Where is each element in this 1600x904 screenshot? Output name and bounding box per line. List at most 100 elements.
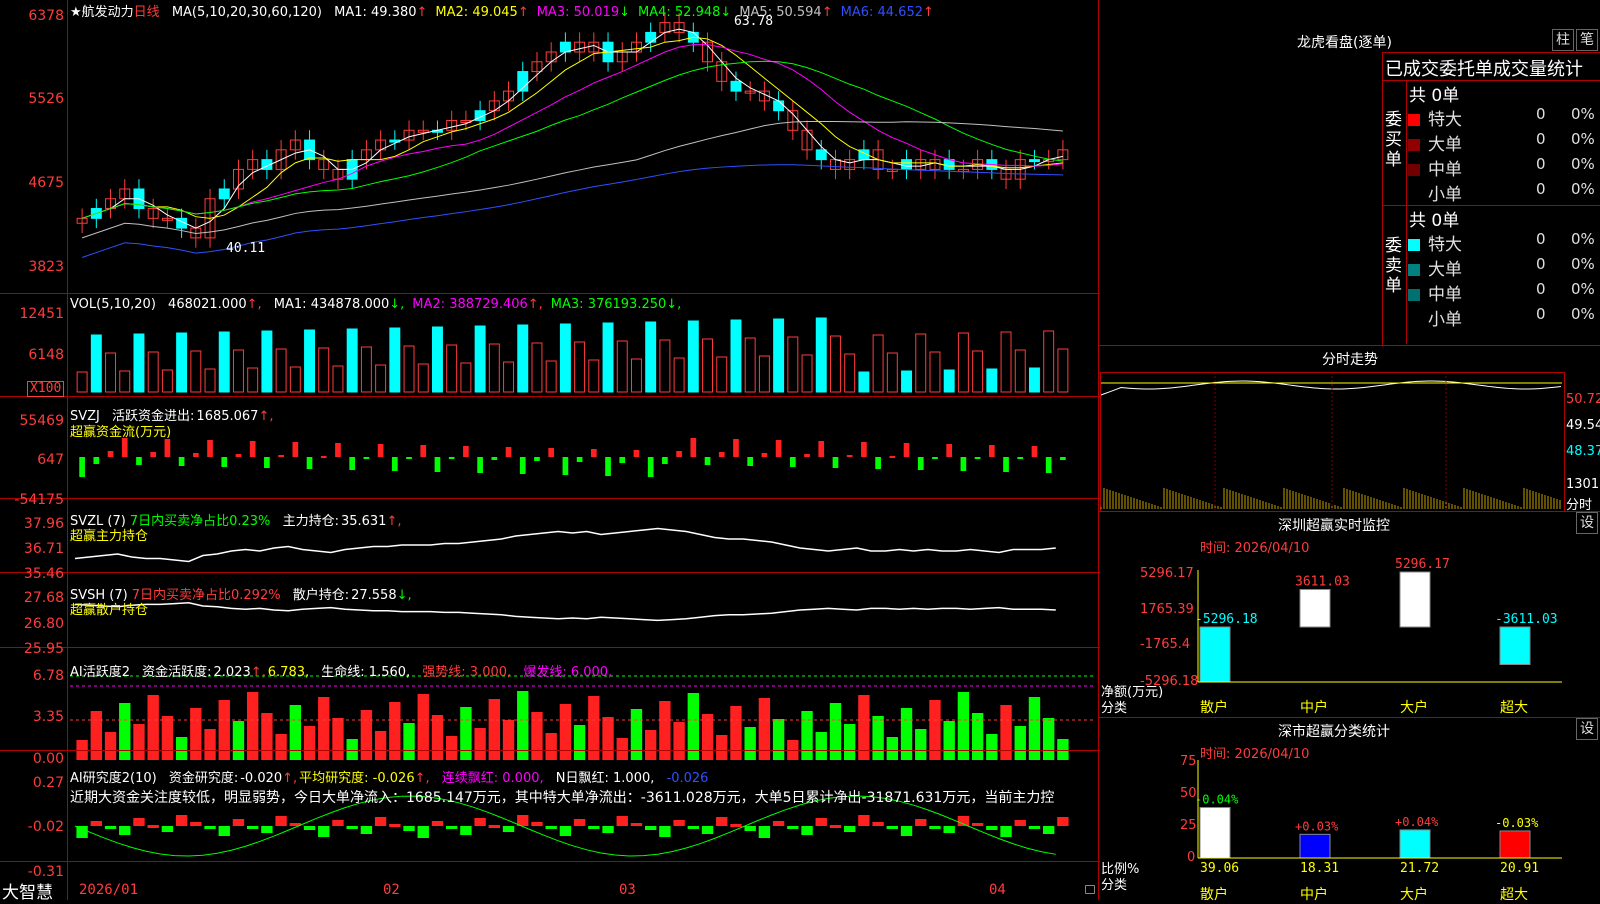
period-label[interactable]: 日线 (134, 5, 160, 20)
activity-bar (673, 722, 685, 760)
tick-mode-button[interactable]: 笔 (1576, 29, 1598, 51)
research-bar (573, 819, 586, 826)
candle-body (730, 80, 742, 92)
fund-flow-bar (306, 457, 313, 469)
fund-flow-bar (463, 446, 469, 457)
activity-bar (943, 721, 955, 760)
volume-bar (630, 358, 642, 393)
activity-bar (232, 721, 245, 760)
volume-bar (460, 362, 472, 393)
volume-bar (929, 351, 941, 393)
research-bar (374, 817, 387, 826)
activity-bar (474, 728, 486, 760)
fund-flow-bar (93, 457, 100, 464)
research-bar (531, 822, 543, 826)
svzl-sub: 超赢主力持仓 (70, 529, 149, 544)
sz-monitor-settings-button[interactable]: 设 (1576, 512, 1598, 534)
activity-bar (431, 715, 444, 760)
activity-bar (573, 725, 586, 760)
ma-value-4: MA4: 52.948↓ (638, 5, 732, 20)
stock-chart-area[interactable] (0, 0, 1100, 900)
vol-params: VOL(5,10,20) (70, 297, 156, 312)
candle-body (559, 41, 571, 53)
volume-bar (474, 325, 486, 393)
activity-bar (559, 704, 572, 760)
svsh-axis-label: 26.80 (23, 616, 64, 632)
activity-bar (445, 736, 458, 760)
activity-bar (119, 703, 131, 760)
fund-flow-bar (292, 442, 299, 457)
dragon-subtitle: 已成交委托单成交量统计 (1385, 59, 1583, 80)
volume-bar (232, 349, 244, 393)
svzj-value: 1685.067 (196, 409, 259, 424)
monitor-value-label: -5296.18 (1195, 612, 1258, 627)
fund-flow-bar (789, 457, 796, 467)
volume-bar (360, 346, 372, 393)
fund-flow-bar (420, 445, 427, 457)
price-header: ★航发动力日线 MA(5,10,20,30,60,120) MA1: 49.38… (70, 1, 950, 20)
activity-bar (801, 711, 813, 760)
fund-flow-bar (335, 443, 341, 457)
ai-active-axis-label: 6.78 (32, 668, 64, 684)
volume-bar (119, 370, 131, 393)
fund-flow-bar (946, 444, 953, 457)
fund-flow-bar (491, 457, 498, 460)
fund-flow-bar (136, 457, 142, 465)
category-label: 超大 (1500, 887, 1528, 903)
research-bar (986, 826, 998, 830)
research-bar (1057, 817, 1069, 826)
sz-monitor-time: 时间: 2026/04/10 (1200, 541, 1310, 556)
volume-bar (659, 339, 671, 393)
dragon-inner-vline (1406, 80, 1407, 344)
fund-flow-bar (391, 457, 398, 471)
vol-value: 468021.000↑, (168, 297, 262, 312)
candle-body (773, 100, 785, 112)
volume-bar (1014, 349, 1026, 393)
volume-bar (1028, 367, 1040, 393)
order-row: 小单 0 0% (1408, 305, 1595, 330)
research-bars (76, 815, 1069, 838)
bar-mode-button[interactable]: 柱 (1552, 29, 1574, 51)
vol-ma-3: MA3: 376193.250↓, (550, 297, 682, 312)
activity-bar (190, 708, 202, 760)
volume-bar (332, 365, 344, 393)
intraday-box[interactable] (1100, 372, 1565, 512)
pane-divider (0, 647, 1100, 648)
research-bar (1042, 826, 1055, 834)
sz-class-settings-button[interactable]: 设 (1576, 718, 1598, 740)
fund-flow-bar (733, 439, 739, 457)
activity-bar (175, 737, 188, 760)
ma-value-6: MA6: 44.652↑ (840, 5, 934, 20)
research-bar (318, 826, 330, 837)
order-count: 0 (1536, 230, 1546, 248)
order-row: 大单 0 0% (1408, 130, 1595, 155)
volume-bar (730, 319, 742, 393)
volume-bar (147, 351, 159, 393)
fund-flow-bar (590, 449, 597, 457)
buy-side-label: 委买单 (1385, 110, 1402, 170)
lock-icon[interactable] (1085, 885, 1095, 894)
research-bar (716, 817, 728, 826)
intraday-axis-label: 49.54 (1566, 418, 1600, 433)
research-bar (261, 826, 273, 833)
volume-bar (645, 321, 657, 393)
price-axis-label: 6378 (28, 8, 64, 24)
activity-bar (872, 716, 884, 760)
ai-active-header: AI活跃度2 资金活跃度: 2.023↑, 6.783, 生命线: 1.560, 强… (70, 665, 613, 680)
volume-header: VOL(5,10,20) 468021.000↑, MA1: 434878.00… (70, 297, 697, 312)
volume-bar (446, 344, 458, 393)
vol-unit-badge[interactable]: X100 (27, 381, 65, 397)
fund-flow-bar (377, 444, 384, 457)
order-count: 0 (1536, 280, 1546, 298)
vol-axis-label: 6148 (28, 347, 64, 363)
research-bar (474, 818, 486, 826)
order-row: 大单 0 0% (1408, 255, 1595, 280)
pane-divider (0, 498, 1100, 499)
research-bar (787, 826, 799, 829)
stock-name: ★航发动力 (70, 5, 134, 20)
activity-bar (90, 711, 103, 760)
date-label: 02 (383, 882, 400, 898)
volume-bar (375, 364, 387, 393)
volume-bar (275, 348, 287, 393)
research-bar (943, 826, 955, 833)
